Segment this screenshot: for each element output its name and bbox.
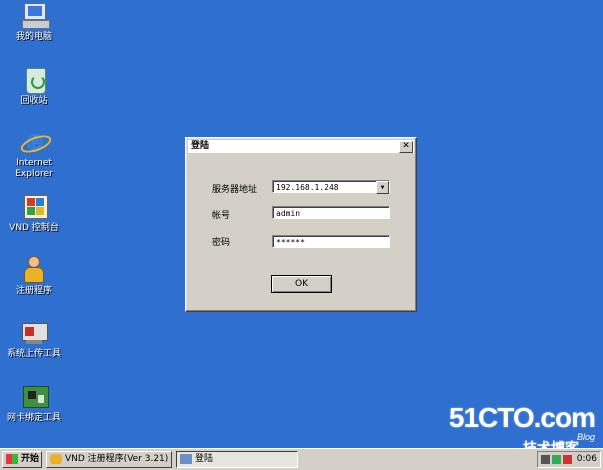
internet-explorer-icon: e: [18, 128, 54, 157]
desktop-icon-label: 我的电脑: [15, 32, 52, 42]
taskbar-item-label: VND 注册程序(Ver 3.21): [65, 454, 169, 464]
taskbar-item-label: 登陆: [195, 454, 214, 464]
windows-logo-icon: [6, 454, 18, 464]
close-icon: ✕: [402, 141, 410, 151]
login-dialog: 登陆 ✕ 服务器地址 192.168.1.248 ▼ 帐号 admin 密码 *…: [185, 137, 417, 312]
start-button[interactable]: 开始: [2, 451, 42, 468]
dropdown-arrow-icon[interactable]: ▼: [376, 181, 389, 194]
desktop-icon-label: 系统上传工具: [6, 349, 61, 359]
my-computer-icon: [18, 2, 50, 30]
account-label: 帐号: [212, 211, 231, 221]
server-address-select[interactable]: 192.168.1.248 ▼: [272, 180, 390, 194]
desktop-icon-label: 回收站: [20, 96, 48, 106]
ok-button-label: OK: [295, 279, 308, 289]
desktop-icon-system-upload-tool[interactable]: 系统上传工具: [2, 319, 66, 360]
desktop-icon-my-computer[interactable]: 我的电脑: [2, 2, 66, 43]
taskbar-item-register-program[interactable]: VND 注册程序(Ver 3.21): [46, 451, 172, 468]
control-console-icon: [18, 193, 50, 221]
network-icon[interactable]: [541, 455, 550, 464]
desktop-icon-label: 注册程序: [15, 286, 52, 296]
nic-binding-tool-icon: [18, 383, 50, 411]
clock[interactable]: 0:06: [577, 454, 597, 464]
ok-button[interactable]: OK: [271, 275, 332, 293]
account-value: admin: [276, 209, 301, 218]
password-label: 密码: [212, 238, 231, 248]
desktop: 我的电脑 回收站 e Internet Explorer VND 控制台 注册程…: [0, 0, 603, 456]
start-label: 开始: [21, 454, 40, 464]
taskbar-item-login[interactable]: 登陆: [176, 451, 298, 468]
taskbar: 开始 VND 注册程序(Ver 3.21) 登陆 0:06: [0, 448, 603, 470]
register-program-icon: [18, 256, 50, 284]
desktop-icon-nic-binding-tool[interactable]: 网卡绑定工具: [2, 383, 66, 424]
watermark-main: 51CTO.com: [448, 402, 596, 433]
volume-icon[interactable]: [552, 455, 561, 464]
register-program-icon: [50, 454, 62, 464]
password-input[interactable]: ******: [272, 235, 390, 248]
password-value: ******: [276, 238, 305, 247]
dialog-titlebar[interactable]: 登陆 ✕: [188, 140, 414, 153]
account-input[interactable]: admin: [272, 206, 390, 219]
desktop-icon-label: Internet Explorer: [15, 158, 53, 179]
dialog-title: 登陆: [191, 141, 210, 151]
server-address-label: 服务器地址: [212, 185, 258, 195]
desktop-icon-register-program[interactable]: 注册程序: [2, 256, 66, 297]
desktop-icon-label: VND 控制台: [9, 223, 59, 233]
system-tray: 0:06: [537, 451, 601, 468]
system-upload-tool-icon: [18, 319, 50, 347]
desktop-icon-vnd-console[interactable]: VND 控制台: [2, 193, 66, 234]
close-button[interactable]: ✕: [399, 141, 413, 153]
desktop-icon-internet-explorer[interactable]: e Internet Explorer: [2, 128, 66, 180]
recycle-bin-icon: [18, 66, 50, 94]
server-address-value: 192.168.1.248: [276, 183, 339, 192]
security-icon[interactable]: [563, 455, 572, 464]
login-window-icon: [180, 454, 192, 464]
watermark-blog: Blog: [576, 432, 595, 442]
desktop-icon-label: 网卡绑定工具: [6, 413, 61, 423]
desktop-icon-recycle-bin[interactable]: 回收站: [2, 66, 66, 107]
